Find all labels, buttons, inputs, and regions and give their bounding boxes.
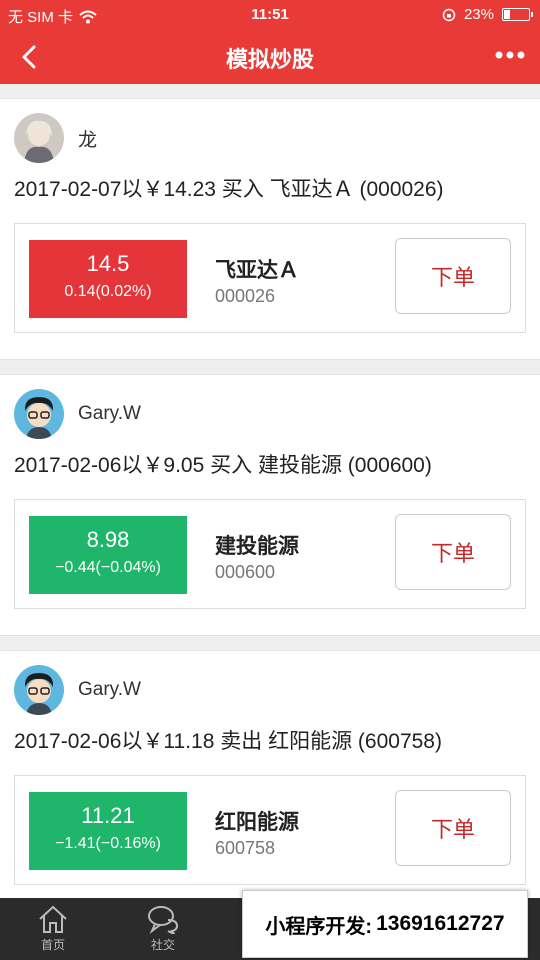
avatar[interactable] (14, 389, 64, 439)
user-name[interactable]: 龙 (78, 125, 97, 152)
trade-description: 2017-02-06以￥9.05 买入 建投能源 (000600) (14, 454, 432, 477)
more-dots-icon[interactable] (492, 40, 528, 70)
page-title: 模拟炒股 (225, 47, 314, 72)
stock-change: −1.41(−0.16%) (55, 835, 161, 852)
tab-home[interactable]: 首页 (18, 904, 88, 953)
status-right: 23% (442, 6, 533, 23)
home-icon (39, 905, 67, 933)
stock-price: 8.98 (86, 527, 130, 552)
stock-card[interactable]: 11.21 −1.41(−0.16%) 红阳能源 600758 下单 (14, 775, 526, 885)
stock-card[interactable]: 14.5 0.14(0.02%) 飞亚达Ａ 000026 下单 (14, 223, 526, 333)
stock-code: 600758 (215, 838, 276, 858)
nav-bar: 模拟炒股 (0, 30, 540, 84)
stock-change: 0.14(0.02%) (64, 283, 152, 300)
stock-change: −0.44(−0.04%) (55, 559, 161, 576)
stock-price: 14.5 (86, 251, 130, 276)
price-box: 14.5 0.14(0.02%) (29, 240, 187, 318)
stock-name: 红阳能源 (215, 811, 299, 834)
tab-social[interactable]: 社交 (128, 904, 198, 953)
stock-price: 11.21 (81, 803, 135, 828)
contact-watermark: 小程序开发: 13691612727 (242, 890, 528, 958)
stock-name: 飞亚达Ａ (215, 259, 299, 282)
order-button[interactable]: 下单 (395, 790, 511, 866)
post-author: 龙 (14, 113, 97, 163)
rotation-lock-icon (442, 8, 456, 21)
trade-post: 龙 2017-02-07以￥14.23 买入 飞亚达Ａ (000026) 14.… (0, 98, 540, 360)
status-bar: 无 SIM 卡 11:51 23% (0, 0, 540, 30)
post-author: Gary.W (14, 665, 141, 715)
stock-card[interactable]: 8.98 −0.44(−0.04%) 建投能源 000600 下单 (14, 499, 526, 609)
order-button[interactable]: 下单 (395, 238, 511, 314)
order-button[interactable]: 下单 (395, 514, 511, 590)
trade-feed: 龙 2017-02-07以￥14.23 买入 飞亚达Ａ (000026) 14.… (0, 98, 540, 926)
price-box: 8.98 −0.44(−0.04%) (29, 516, 187, 594)
watermark-label: 小程序开发: (265, 915, 373, 938)
user-name[interactable]: Gary.W (78, 403, 141, 425)
battery-percent: 23% (463, 6, 494, 23)
stock-code: 000026 (215, 286, 276, 306)
avatar[interactable] (14, 665, 64, 715)
trade-post: Gary.W 2017-02-06以￥9.05 买入 建投能源 (000600)… (0, 374, 540, 636)
stock-code: 000600 (215, 562, 276, 582)
watermark-phone: 13691612727 (376, 912, 505, 935)
trade-description: 2017-02-06以￥11.18 卖出 红阳能源 (600758) (14, 730, 442, 753)
price-box: 11.21 −1.41(−0.16%) (29, 792, 187, 870)
battery-icon (502, 8, 533, 21)
tab-label: 首页 (40, 938, 65, 952)
avatar[interactable] (14, 113, 64, 163)
battery-fill (504, 10, 510, 19)
trade-description: 2017-02-07以￥14.23 买入 飞亚达Ａ (000026) (14, 178, 444, 201)
tab-label: 社交 (150, 938, 175, 952)
user-name[interactable]: Gary.W (78, 679, 141, 701)
chat-icon (148, 906, 179, 934)
post-author: Gary.W (14, 389, 141, 439)
stock-name: 建投能源 (215, 535, 299, 558)
trade-post: Gary.W 2017-02-06以￥11.18 卖出 红阳能源 (600758… (0, 650, 540, 912)
